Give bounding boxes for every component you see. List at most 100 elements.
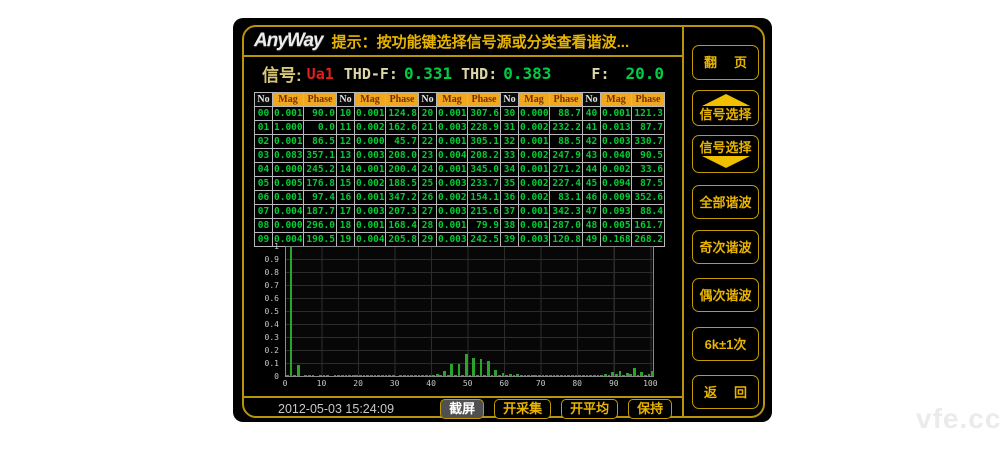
harmonic-phase: 305.1	[468, 135, 501, 149]
harmonic-no: 17	[337, 205, 355, 219]
harmonic-no: 26	[419, 191, 437, 205]
harmonic-bar	[421, 375, 424, 376]
harmonic-bar	[323, 375, 326, 376]
harmonic-bar	[458, 364, 461, 376]
x-tick-label: 80	[572, 379, 582, 388]
harmonic-bar	[355, 375, 358, 376]
harmonic-mag: 0.001	[273, 191, 304, 205]
harmonic-mag: 0.002	[519, 149, 550, 163]
screenshot-button[interactable]: 截屏	[440, 399, 484, 419]
harmonic-phase: 79.9	[468, 219, 501, 233]
harmonic-bar	[491, 375, 494, 376]
6k-plus-minus-1-button[interactable]: 6k±1次	[692, 327, 759, 361]
even-harmonics-button[interactable]: 偶次谐波	[692, 278, 759, 312]
harmonic-bar	[341, 375, 344, 376]
harmonic-no: 08	[255, 219, 273, 233]
harmonic-mag: 0.083	[273, 149, 304, 163]
hold-button[interactable]: 保持	[628, 399, 672, 419]
harmonic-bar	[304, 375, 307, 376]
harmonic-phase: 87.5	[632, 177, 665, 191]
signal-select-down-button[interactable]: 信号选择	[692, 135, 759, 173]
harmonic-no: 04	[255, 163, 273, 177]
button-label: 页	[734, 55, 747, 70]
return-button[interactable]: 返回	[692, 375, 759, 409]
harmonic-bar	[527, 375, 530, 376]
page-flip-button[interactable]: 翻页	[692, 45, 759, 80]
harmonic-mag: 0.003	[437, 177, 468, 191]
harmonic-bar	[604, 374, 607, 376]
harmonic-phase: 124.8	[386, 107, 419, 121]
table-row: 050.005176.8150.002188.5250.003233.7350.…	[255, 177, 665, 191]
harmonic-bar	[549, 375, 552, 376]
y-tick-label: 0.6	[256, 294, 279, 303]
odd-harmonics-button[interactable]: 奇次谐波	[692, 230, 759, 264]
table-row: 080.000296.0180.001168.4280.00179.9380.0…	[255, 219, 665, 233]
button-label: 全部谐波	[699, 195, 751, 210]
harmonic-no: 21	[419, 121, 437, 135]
button-label: 信号选择	[699, 107, 751, 122]
button-label: 6k±1次	[705, 337, 747, 352]
hint-text: 提示：按功能键选择信号源或分类查看谐波...	[332, 31, 630, 52]
harmonic-no: 28	[419, 219, 437, 233]
col-header-phase: Phase	[386, 93, 419, 107]
y-axis-labels: 10.90.80.70.60.50.40.30.20.10	[256, 246, 282, 377]
harmonic-bar	[345, 375, 348, 376]
harmonic-bar	[436, 374, 439, 376]
start-averaging-button[interactable]: 开平均	[561, 399, 618, 419]
col-header-phase: Phase	[632, 93, 665, 107]
x-tick-label: 30	[390, 379, 400, 388]
footer-bar: 2012-05-03 15:24:09 截屏开采集开平均保持	[244, 398, 682, 420]
harmonic-phase: 268.2	[632, 233, 665, 247]
harmonic-no: 14	[337, 163, 355, 177]
harmonic-no: 18	[337, 219, 355, 233]
harmonic-bar	[534, 375, 537, 376]
harmonic-bar	[593, 375, 596, 376]
all-harmonics-button[interactable]: 全部谐波	[692, 185, 759, 219]
harmonic-bar	[520, 375, 523, 376]
harmonic-bar	[480, 359, 483, 376]
harmonic-mag: 0.001	[273, 135, 304, 149]
harmonic-mag: 0.001	[437, 107, 468, 121]
harmonic-bar	[545, 375, 548, 376]
harmonic-phase: 271.2	[550, 163, 583, 177]
harmonic-bar	[461, 375, 464, 376]
button-label: 信号选择	[699, 140, 751, 155]
harmonic-mag: 0.002	[437, 191, 468, 205]
harmonic-mag: 0.094	[601, 177, 632, 191]
harmonic-no: 15	[337, 177, 355, 191]
timestamp: 2012-05-03 15:24:09	[278, 402, 394, 416]
button-label: 回	[734, 385, 747, 400]
harmonic-phase: 161.7	[632, 219, 665, 233]
harmonic-no: 38	[501, 219, 519, 233]
harmonic-mag: 0.001	[437, 135, 468, 149]
harmonic-bar	[348, 375, 351, 376]
x-tick-label: 70	[536, 379, 546, 388]
harmonic-bar	[388, 375, 391, 376]
harmonic-bar	[622, 375, 625, 376]
harmonic-bar	[381, 375, 384, 376]
harmonic-phase: 86.5	[304, 135, 337, 149]
harmonic-no: 00	[255, 107, 273, 121]
harmonic-phase: 345.0	[468, 163, 501, 177]
harmonic-no: 36	[501, 191, 519, 205]
table-row: 070.004187.7170.003207.3270.003215.6370.…	[255, 205, 665, 219]
harmonic-bar	[498, 375, 501, 376]
start-acquisition-button[interactable]: 开采集	[494, 399, 551, 419]
col-header-no: No	[583, 93, 601, 107]
button-label: 翻	[704, 55, 717, 70]
arrow-up-icon	[702, 94, 750, 106]
harmonic-mag: 0.000	[273, 219, 304, 233]
signal-summary-row: 信号: Ua1 THD-F: 0.331 THD: 0.383 F: 20.0	[244, 57, 682, 90]
col-header-no: No	[501, 93, 519, 107]
signal-select-up-button[interactable]: 信号选择	[692, 90, 759, 126]
col-header-mag: Mag	[601, 93, 632, 107]
harmonic-bar	[509, 374, 512, 376]
harmonic-no: 39	[501, 233, 519, 247]
harmonic-mag: 0.004	[437, 149, 468, 163]
harmonics-table-wrap: NoMagPhaseNoMagPhaseNoMagPhaseNoMagPhase…	[254, 92, 664, 247]
harmonic-phase: 0.0	[304, 121, 337, 135]
harmonic-no: 11	[337, 121, 355, 135]
harmonic-bar	[319, 375, 322, 376]
analyzer-screen: AnyWay 提示：按功能键选择信号源或分类查看谐波... 信号: Ua1 TH…	[233, 18, 772, 422]
harmonic-bar	[494, 370, 497, 376]
